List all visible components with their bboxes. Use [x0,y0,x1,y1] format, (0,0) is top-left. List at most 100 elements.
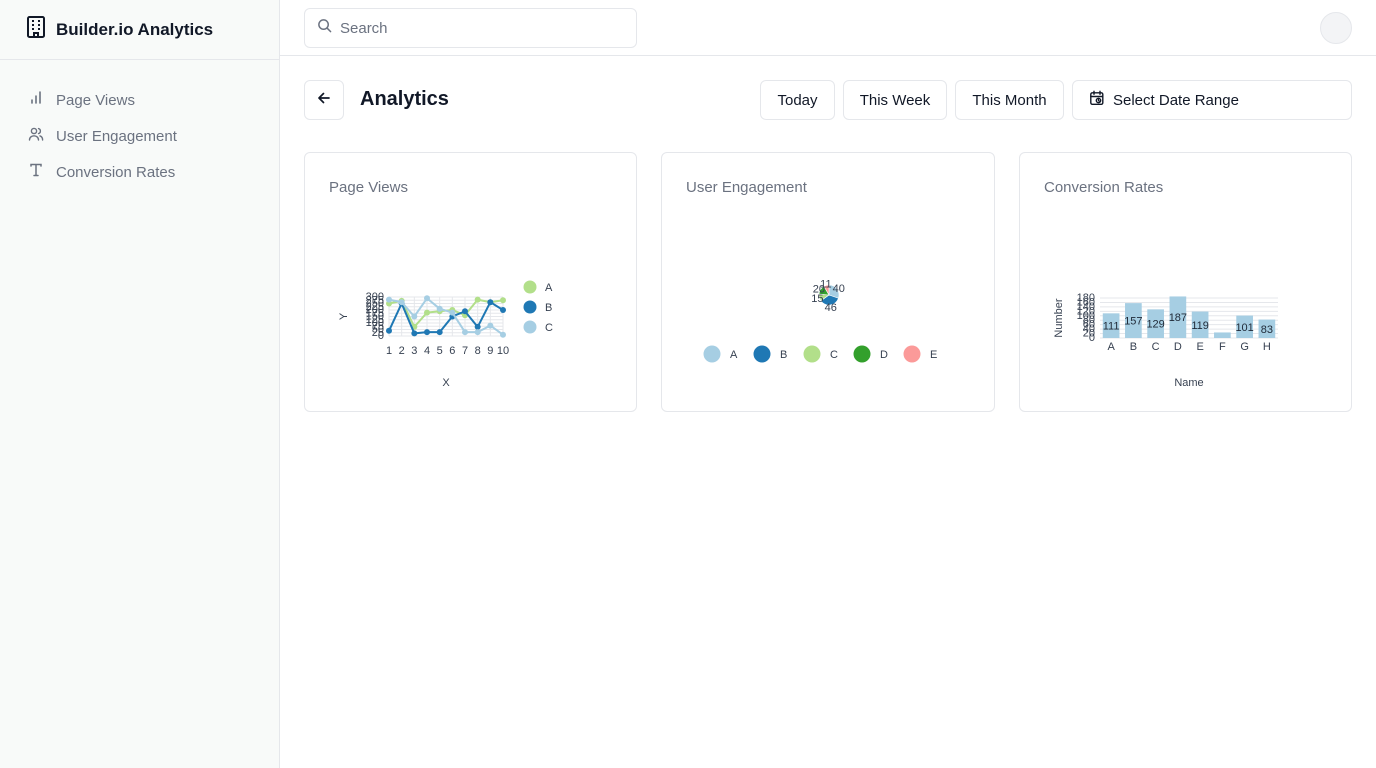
this-week-button[interactable]: This Week [843,80,947,120]
this-month-button[interactable]: This Month [955,80,1064,120]
page-views-line-chart: 02550751001251501752002252502753001 2 3 4 5 6… [338,280,553,389]
legend-label: B [545,302,552,314]
topbar [280,0,1376,56]
x-tick-label: G [1240,341,1249,353]
page-views-card: Page Views 0 25 50 75 100 125 150 175 200 225 250 2… [304,152,637,412]
x-tick-label: 10 [497,345,509,357]
data-point [424,309,430,316]
y-axis-label: Number [1053,298,1065,337]
page-title: Analytics [360,88,449,110]
legend-label: D [880,349,888,361]
search-box[interactable] [304,8,637,48]
calendar-icon [1089,90,1105,110]
bar-f [1214,332,1231,338]
legend-label: A [730,349,738,361]
slice-label: 40 [833,283,845,295]
sidebar-item-user-engagement[interactable]: User Engagement [0,118,279,154]
data-point [500,331,506,338]
brand: Builder.io Analytics [0,0,279,60]
bar-value-label: 83 [1261,324,1273,336]
sidebar-item-conversion-rates[interactable]: Conversion Rates [0,154,279,190]
user-engagement-pie-chart: 4046152011A B C D E [703,278,937,363]
bar-value-label: 111 [1103,321,1120,333]
bar-value-label: 129 [1146,319,1164,331]
legend-marker [753,345,771,363]
x-tick-label: H [1263,341,1271,353]
back-button[interactable] [304,80,344,120]
select-date-range-button[interactable]: Select Date Range [1072,80,1352,120]
x-tick-label: 6 [449,345,455,357]
x-tick-label: 3 [411,345,417,357]
data-point [424,329,430,336]
sidebar-item-label: User Engagement [56,127,177,145]
data-point [462,329,468,336]
x-tick-label: 8 [475,345,481,357]
search-icon [317,18,332,38]
legend-label: B [780,349,787,361]
page-header: Analytics Today This Week This Month Sel… [304,80,1352,120]
y-tick-label: 180 [1077,292,1095,304]
x-tick-label: D [1174,341,1182,353]
data-point [386,327,392,334]
bar-chart-icon [28,90,44,110]
sidebar-nav: Page Views User Engagement Conversion Ra… [0,60,279,190]
legend-marker [523,320,537,334]
slice-label: 46 [825,302,837,314]
data-point [500,297,506,304]
building-icon [26,16,46,43]
legend-marker [803,345,821,363]
data-point [474,323,481,330]
x-axis-label: Name [1174,377,1203,389]
search-input[interactable] [340,19,620,37]
app-title: Builder.io Analytics [56,19,214,39]
bar-value-label: 157 [1124,316,1142,328]
x-tick-label: 4 [424,345,430,357]
sidebar: Builder.io Analytics Page Views User Eng… [0,0,280,768]
data-point [411,330,418,337]
x-tick-label: E [1196,341,1203,353]
data-point [449,309,456,316]
legend-label: C [830,349,838,361]
date-range-label: Select Date Range [1113,91,1239,109]
legend-label: C [545,322,553,334]
avatar[interactable] [1320,12,1352,44]
type-icon [28,162,44,182]
bar-value-label: 187 [1169,312,1187,324]
today-button[interactable]: Today [760,80,835,120]
data-point [424,295,430,302]
legend-label: A [545,282,553,294]
x-tick-label: C [1152,341,1160,353]
conversion-rates-card: Conversion Rates 0 20 40 60 80 100 120 140 160 18… [1019,152,1352,412]
x-tick-label: F [1219,341,1226,353]
data-point [487,299,494,306]
x-tick-label: 1 [386,345,392,357]
x-tick-label: A [1107,341,1115,353]
x-tick-label: 5 [437,345,443,357]
data-point [500,307,506,313]
data-point [436,305,443,312]
legend-marker [523,280,537,294]
data-point [411,313,418,320]
data-point [462,308,468,315]
slice-label: 11 [820,278,831,290]
legend-marker [853,345,871,363]
data-point [386,296,392,303]
arrow-left-icon [317,91,331,110]
legend-marker [903,345,921,363]
data-point [398,299,405,306]
x-tick-label: 9 [487,345,493,357]
y-tick-label: 300 [366,291,384,303]
legend-label: E [930,349,937,361]
sidebar-item-page-views[interactable]: Page Views [0,82,279,118]
bar-value-label: 119 [1191,320,1209,332]
users-icon [28,126,44,146]
x-tick-label: B [1130,341,1137,353]
data-point [436,329,443,336]
x-tick-label: 2 [399,345,405,357]
y-axis-label: Y [338,312,350,320]
conversion-rates-bar-chart: 020406080100120140160180111A157B129C187D… [1053,292,1278,389]
x-tick-label: 7 [462,345,468,357]
data-point [474,296,481,303]
legend-marker [703,345,721,363]
sidebar-item-label: Conversion Rates [56,163,176,181]
